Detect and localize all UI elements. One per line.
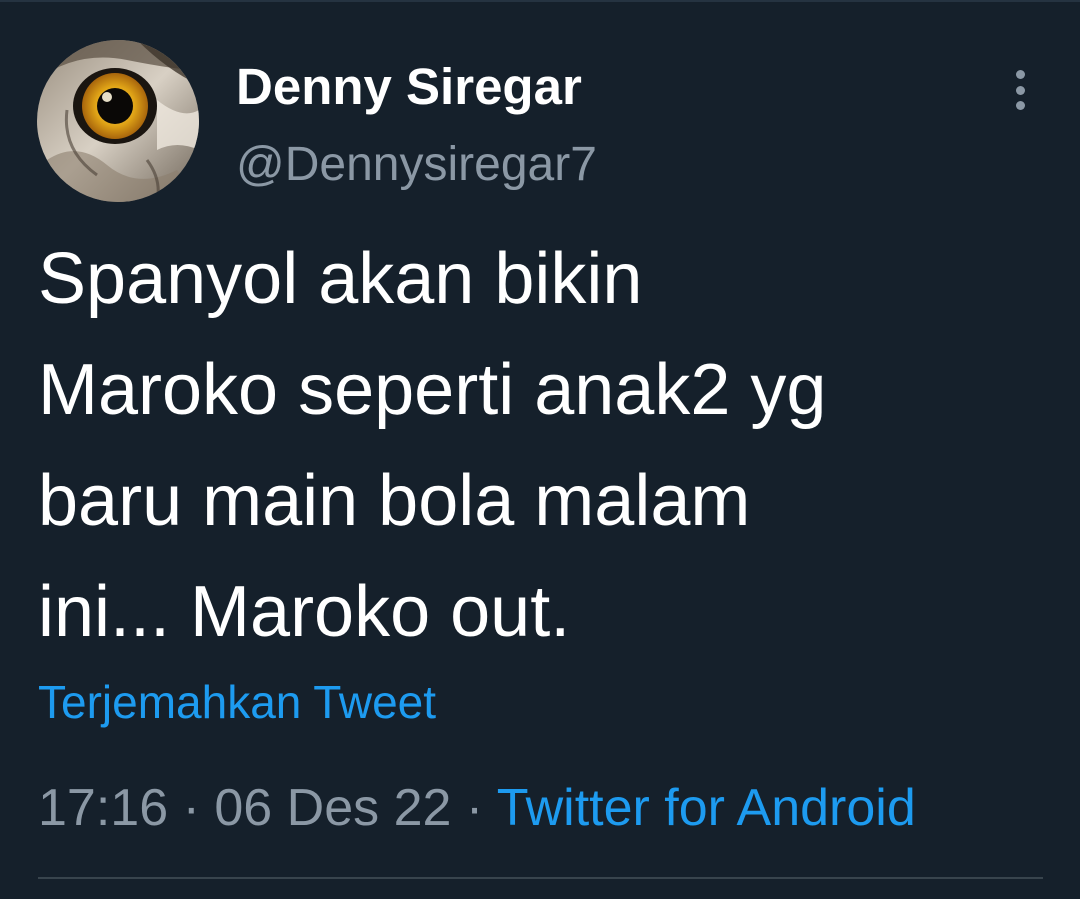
tweet-text-line: Spanyol akan bikin <box>38 239 643 319</box>
tweet-metadata: 17:16 · 06 Des 22 · Twitter for Android <box>38 775 916 841</box>
tweet-time[interactable]: 17:16 <box>38 779 168 837</box>
more-options-button[interactable] <box>1002 66 1038 114</box>
meta-separator: · <box>168 779 215 837</box>
more-vertical-icon-dot <box>1015 101 1025 110</box>
tweet-text-line: baru main bola malam <box>38 461 751 541</box>
author-handle[interactable]: @Dennysiregar7 <box>236 135 597 195</box>
tweet-text-line: ini... Maroko out. <box>38 572 571 652</box>
tweet-text-line: Maroko seperti anak2 yg <box>38 350 827 430</box>
meta-separator: · <box>451 779 497 837</box>
tweet-date[interactable]: 06 Des 22 <box>214 779 451 837</box>
tweet-text: Spanyol akan bikin Maroko seperti anak2 … <box>38 224 1038 668</box>
more-vertical-icon-dot <box>1015 85 1025 95</box>
more-vertical-icon <box>1015 70 1025 79</box>
owl-eye-avatar-icon <box>37 40 199 202</box>
tweet-source-link[interactable]: Twitter for Android <box>497 779 916 837</box>
translate-tweet-link[interactable]: Terjemahkan Tweet <box>38 672 436 732</box>
top-divider <box>0 0 1080 2</box>
bottom-divider <box>38 877 1043 879</box>
avatar[interactable] <box>37 40 199 202</box>
author-display-name[interactable]: Denny Siregar <box>236 57 582 117</box>
